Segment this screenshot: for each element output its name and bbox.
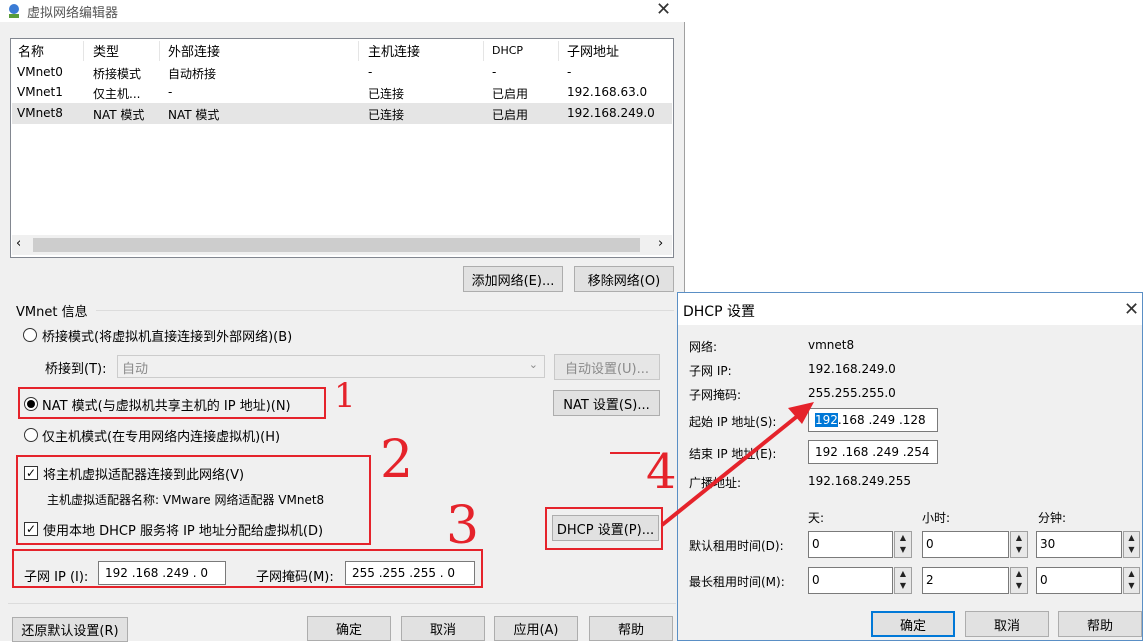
annotation-box-2 [16, 455, 371, 545]
table-cell[interactable]: VMnet1 [17, 85, 63, 99]
annotation-box-subnet [12, 549, 483, 588]
host-only-radio[interactable] [24, 428, 38, 442]
chevron-right-icon[interactable]: › [658, 236, 663, 251]
spinner-icon[interactable]: ▲ ▼ [1123, 531, 1140, 558]
column-header-dhcp[interactable]: DHCP [492, 44, 523, 66]
hour-label: 小时: [922, 511, 951, 525]
max-lease-minutes-input[interactable]: 0 [1036, 567, 1122, 594]
spinner-icon[interactable]: ▲ ▼ [894, 531, 912, 558]
help-button[interactable]: 帮助 [589, 616, 673, 641]
cancel-button[interactable]: 取消 [401, 616, 485, 641]
dhcp-ok-button[interactable]: 确定 [871, 611, 955, 637]
spinner-icon[interactable]: ▲ ▼ [1010, 567, 1028, 594]
column-header-type[interactable]: 类型 [93, 41, 119, 63]
table-cell: 192.168.63.0 [567, 85, 648, 99]
table-cell: 桥接模式 [93, 67, 142, 81]
minute-label: 分钟: [1038, 511, 1067, 525]
remove-network-button[interactable]: 移除网络(O) [574, 266, 674, 292]
horizontal-scrollbar[interactable]: ‹ › [12, 235, 672, 255]
table-cell[interactable]: VMnet8 [17, 106, 63, 120]
dhcp-titlebar: DHCP 设置 ✕ [678, 293, 1142, 325]
table-cell: NAT 模式 [93, 108, 145, 122]
restore-defaults-button[interactable]: 还原默认设置(R) [12, 617, 128, 642]
table-cell: - [368, 65, 373, 79]
table-cell: 已连接 [368, 87, 405, 101]
table-cell[interactable]: VMnet0 [17, 65, 63, 79]
max-lease-hours-input[interactable]: 2 [922, 567, 1009, 594]
bridge-to-label: 桥接到(T): [45, 362, 107, 377]
table-cell: 192.168.249.0 [567, 106, 655, 120]
vmnet-info-heading: VMnet 信息 [16, 305, 88, 320]
table-cell: 仅主机... [93, 87, 141, 101]
bridge-mode-label[interactable]: 桥接模式(将虚拟机直接连接到外部网络)(B) [42, 326, 292, 345]
table-cell: 已启用 [492, 108, 529, 122]
ok-button[interactable]: 确定 [307, 616, 391, 641]
add-network-button[interactable]: 添加网络(E)... [463, 266, 563, 292]
annotation-arrow [610, 402, 814, 527]
network-list[interactable]: 名称 类型 外部连接 主机连接 DHCP 子网地址 VMnet0 桥接模式 自动… [10, 38, 674, 258]
dhcp-help-button[interactable]: 帮助 [1058, 611, 1142, 637]
main-titlebar: 虚拟网络编辑器 ✕ [0, 0, 685, 22]
annotation-number-1: 1 [334, 376, 356, 416]
max-lease-label: 最长租用时间(M): [689, 575, 785, 589]
chevron-left-icon[interactable]: ‹ [16, 236, 21, 251]
table-cell: 自动桥接 [168, 67, 217, 81]
auto-settings-button[interactable]: 自动设置(U)... [554, 354, 660, 380]
annotation-box-1 [18, 387, 326, 419]
table-cell: NAT 模式 [168, 108, 220, 122]
dhcp-dialog-title: DHCP 设置 [683, 304, 755, 320]
subnet-ip-value: 192.168.249.0 [808, 362, 896, 376]
column-header-host[interactable]: 主机连接 [368, 41, 420, 63]
table-cell: - [567, 65, 572, 79]
table-cell: - [492, 65, 497, 79]
default-lease-hours-input[interactable]: 0 [922, 531, 1009, 558]
close-icon[interactable]: ✕ [656, 1, 671, 19]
annotation-number-3: 3 [446, 496, 480, 556]
virtual-network-editor-window: 虚拟网络编辑器 ✕ 名称 类型 外部连接 主机连接 DHCP 子网地址 VMne… [0, 0, 685, 642]
subnet-ip-label: 子网 IP: [689, 364, 732, 378]
annotation-arrow-shaft [660, 408, 807, 527]
network-label: 网络: [689, 340, 718, 354]
annotation-number-2: 2 [380, 430, 414, 490]
apply-button[interactable]: 应用(A) [494, 616, 578, 641]
spinner-icon[interactable]: ▲ ▼ [1123, 567, 1140, 594]
table-cell: 已连接 [368, 108, 405, 122]
close-icon[interactable]: ✕ [1124, 301, 1139, 319]
scrollbar-thumb[interactable] [33, 238, 640, 252]
table-cell: - [168, 85, 173, 99]
network-app-icon [9, 4, 19, 18]
column-header-subnet[interactable]: 子网地址 [567, 41, 619, 63]
spinner-icon[interactable]: ▲ ▼ [1010, 531, 1028, 558]
table-cell: 已启用 [492, 87, 529, 101]
spinner-icon[interactable]: ▲ ▼ [894, 567, 912, 594]
default-lease-minutes-input[interactable]: 30 [1036, 531, 1122, 558]
host-only-label[interactable]: 仅主机模式(在专用网络内连接虚拟机)(H) [42, 426, 280, 445]
dhcp-cancel-button[interactable]: 取消 [965, 611, 1049, 637]
column-header-external[interactable]: 外部连接 [168, 41, 220, 63]
bridge-to-value: 自动 [122, 362, 149, 377]
column-header-name[interactable]: 名称 [18, 41, 44, 63]
start-ip-rest: .168 .249 .128 [837, 413, 926, 427]
bridge-to-select[interactable]: 自动 ⌄ [117, 355, 545, 378]
chevron-down-icon: ⌄ [528, 358, 538, 371]
network-value: vmnet8 [808, 338, 855, 352]
bridge-mode-radio[interactable] [23, 328, 37, 342]
window-title: 虚拟网络编辑器 [27, 6, 119, 21]
max-lease-days-input[interactable]: 0 [808, 567, 893, 594]
